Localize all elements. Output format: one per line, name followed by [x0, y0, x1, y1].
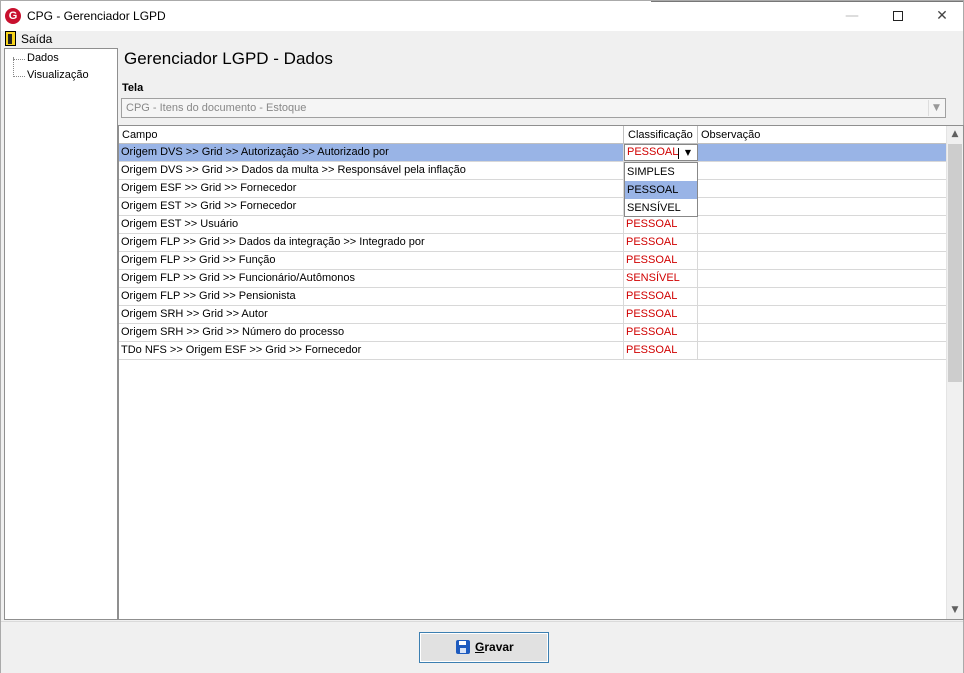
table-row[interactable]: Origem EST >> Usuário PESSOAL — [119, 216, 947, 234]
column-header-observacao[interactable]: Observação — [698, 126, 947, 144]
cell-observacao[interactable] — [698, 306, 947, 323]
cell-campo[interactable]: Origem FLP >> Grid >> Função — [119, 252, 624, 269]
chevron-down-icon[interactable]: ▼ — [681, 146, 695, 160]
grid-body: Origem DVS >> Grid >> Autorização >> Aut… — [119, 144, 947, 360]
table-row[interactable]: Origem DVS >> Grid >> Dados da multa >> … — [119, 162, 947, 180]
table-row[interactable]: Origem FLP >> Grid >> Funcionário/Autômo… — [119, 270, 947, 288]
cell-observacao[interactable] — [698, 342, 947, 359]
classification-select[interactable]: PESSOAL ▼ — [624, 144, 698, 161]
maximize-button[interactable] — [875, 1, 921, 31]
table-row[interactable]: Origem DVS >> Grid >> Autorização >> Aut… — [119, 144, 947, 162]
cell-observacao[interactable] — [698, 252, 947, 269]
cell-campo[interactable]: Origem EST >> Usuário — [119, 216, 624, 233]
scrollbar-thumb[interactable] — [948, 144, 962, 382]
cell-classificacao[interactable]: PESSOAL — [624, 306, 698, 323]
data-grid: Campo Classificação Observação Origem DV… — [118, 125, 964, 620]
cell-classificacao[interactable]: PESSOAL — [624, 234, 698, 251]
classification-select-value: PESSOAL — [627, 146, 679, 158]
screen-select-value: CPG - Itens do documento - Estoque — [126, 102, 307, 114]
cell-campo[interactable]: TDo NFS >> Origem ESF >> Grid >> Fornece… — [119, 342, 624, 359]
chevron-down-icon[interactable]: ▼ — [928, 100, 944, 116]
table-row[interactable]: Origem ESF >> Grid >> Fornecedor — [119, 180, 947, 198]
cell-classificacao[interactable]: PESSOAL — [624, 342, 698, 359]
cell-campo[interactable]: Origem DVS >> Grid >> Autorização >> Aut… — [119, 144, 624, 161]
column-header-campo[interactable]: Campo — [119, 126, 624, 144]
cell-observacao[interactable] — [698, 180, 947, 197]
cell-observacao[interactable] — [698, 162, 947, 179]
navigation-tree: Dados Visualização — [4, 48, 118, 620]
table-row[interactable]: Origem FLP >> Grid >> Função PESSOAL — [119, 252, 947, 270]
cell-classificacao[interactable]: SENSÍVEL — [624, 270, 698, 287]
app-window: G CPG - Gerenciador LGPD — ✕ Saída Dados… — [0, 0, 964, 673]
vertical-scrollbar[interactable]: ▲ ▼ — [946, 126, 963, 619]
cell-observacao[interactable] — [698, 234, 947, 251]
app-logo-icon: G — [5, 8, 21, 24]
cell-classificacao[interactable]: PESSOAL — [624, 288, 698, 305]
cell-observacao[interactable] — [698, 288, 947, 305]
scroll-up-icon[interactable]: ▲ — [947, 126, 963, 143]
grid-header: Campo Classificação Observação — [119, 126, 947, 144]
text-caret — [678, 148, 679, 159]
menu-bar: Saída — [1, 31, 963, 47]
table-row[interactable]: Origem FLP >> Grid >> Pensionista PESSOAL — [119, 288, 947, 306]
dropdown-option[interactable]: SENSÍVEL — [625, 199, 697, 217]
cell-observacao[interactable] — [698, 144, 947, 161]
cell-observacao[interactable] — [698, 198, 947, 215]
cell-campo[interactable]: Origem ESF >> Grid >> Fornecedor — [119, 180, 624, 197]
screen-select[interactable]: CPG - Itens do documento - Estoque ▼ — [121, 98, 946, 118]
page-title: Gerenciador LGPD - Dados — [124, 49, 333, 68]
close-button[interactable]: ✕ — [919, 1, 964, 31]
save-button-label: Gravar — [475, 640, 514, 654]
cell-campo[interactable]: Origem FLP >> Grid >> Funcionário/Autômo… — [119, 270, 624, 287]
screen-field-label: Tela — [122, 82, 144, 94]
title-bar: G CPG - Gerenciador LGPD — ✕ — [1, 1, 963, 31]
column-header-classificacao[interactable]: Classificação — [624, 126, 698, 144]
dropdown-option[interactable]: SIMPLES — [625, 163, 697, 181]
table-row[interactable]: Origem SRH >> Grid >> Número do processo… — [119, 324, 947, 342]
minimize-button[interactable]: — — [829, 1, 875, 31]
cell-observacao[interactable] — [698, 324, 947, 341]
dropdown-option[interactable]: PESSOAL — [625, 181, 697, 199]
cell-campo[interactable]: Origem FLP >> Grid >> Dados da integraçã… — [119, 234, 624, 251]
cell-classificacao[interactable]: PESSOAL — [624, 324, 698, 341]
menu-item-exit[interactable]: Saída — [21, 32, 52, 46]
cell-observacao[interactable] — [698, 216, 947, 233]
floppy-disk-icon — [456, 640, 470, 654]
footer-bar: Gravar — [1, 621, 963, 673]
cell-campo[interactable]: Origem FLP >> Grid >> Pensionista — [119, 288, 624, 305]
table-row[interactable]: Origem EST >> Grid >> Fornecedor — [119, 198, 947, 216]
exit-door-icon[interactable] — [5, 31, 16, 46]
scroll-down-icon[interactable]: ▼ — [947, 602, 963, 619]
cell-campo[interactable]: Origem SRH >> Grid >> Autor — [119, 306, 624, 323]
table-row[interactable]: Origem FLP >> Grid >> Dados da integraçã… — [119, 234, 947, 252]
cell-observacao[interactable] — [698, 270, 947, 287]
table-row[interactable]: Origem SRH >> Grid >> Autor PESSOAL — [119, 306, 947, 324]
classification-dropdown-list: SIMPLES PESSOAL SENSÍVEL — [624, 162, 698, 217]
cell-campo[interactable]: Origem EST >> Grid >> Fornecedor — [119, 198, 624, 215]
tree-item-dados[interactable]: Dados — [11, 52, 59, 64]
cell-campo[interactable]: Origem SRH >> Grid >> Número do processo — [119, 324, 624, 341]
maximize-icon — [893, 11, 903, 21]
tree-item-visualizacao[interactable]: Visualização — [11, 69, 89, 81]
window-title: CPG - Gerenciador LGPD — [27, 9, 166, 23]
table-row[interactable]: TDo NFS >> Origem ESF >> Grid >> Fornece… — [119, 342, 947, 360]
cell-classificacao[interactable]: PESSOAL — [624, 252, 698, 269]
cell-campo[interactable]: Origem DVS >> Grid >> Dados da multa >> … — [119, 162, 624, 179]
cell-classificacao[interactable]: PESSOAL — [624, 216, 698, 233]
save-button[interactable]: Gravar — [419, 632, 549, 663]
